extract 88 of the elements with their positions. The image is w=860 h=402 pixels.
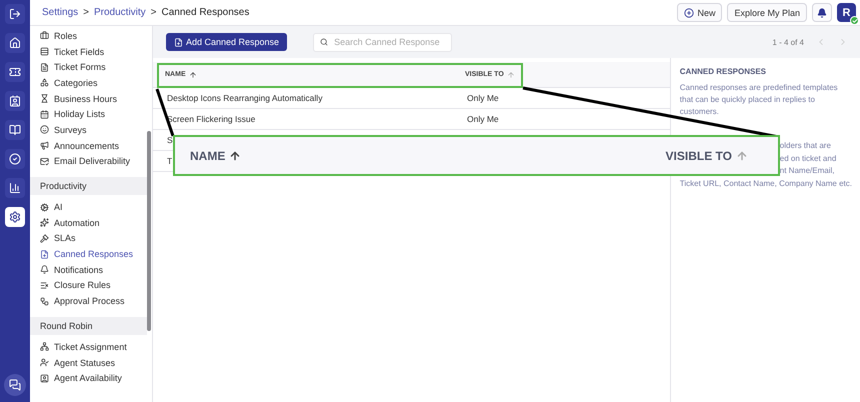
shapes-icon bbox=[40, 78, 49, 88]
chat-icon bbox=[9, 379, 21, 391]
smiley-icon bbox=[40, 125, 49, 134]
chart-icon bbox=[9, 182, 21, 194]
rail-button[interactable] bbox=[5, 33, 25, 53]
sidebar-item[interactable]: Email Deliverability bbox=[30, 154, 147, 170]
chat-button[interactable] bbox=[4, 374, 26, 396]
user-check-icon bbox=[40, 358, 49, 368]
breadcrumb-link[interactable]: Productivity bbox=[94, 7, 146, 18]
table-cell: Only Me bbox=[467, 114, 499, 124]
sidebar-item[interactable]: Agent Statuses bbox=[30, 354, 147, 370]
sparkle-icon bbox=[40, 218, 49, 228]
home-icon bbox=[9, 37, 21, 49]
check-circle-icon bbox=[9, 153, 21, 165]
workflow-icon bbox=[40, 296, 49, 306]
scrollbar[interactable] bbox=[147, 131, 151, 331]
rail-button[interactable] bbox=[5, 62, 25, 82]
mail-icon bbox=[40, 156, 49, 166]
document-plus-icon bbox=[40, 250, 49, 259]
add-canned-response-button[interactable]: Add Canned Response bbox=[166, 33, 288, 51]
sidebar-item[interactable]: Ticket Forms bbox=[30, 59, 147, 76]
briefcase-icon bbox=[40, 31, 49, 40]
table-cell-text: T bbox=[167, 156, 174, 166]
table-cell-text: Desktop Icons Rearranging Automatically bbox=[167, 93, 324, 103]
sidebar-item[interactable]: Ticket Assignment bbox=[30, 339, 147, 355]
bell-icon bbox=[40, 265, 49, 274]
breadcrumb-separator: > bbox=[150, 7, 157, 18]
book-icon bbox=[9, 124, 21, 136]
sidebar-section-title: Productivity bbox=[30, 177, 147, 196]
network-icon bbox=[40, 342, 49, 352]
breadcrumb-link[interactable]: Settings bbox=[42, 7, 78, 18]
plus-circle-icon bbox=[684, 8, 694, 18]
table-cell-text: S bbox=[167, 135, 174, 145]
rail-button[interactable] bbox=[5, 178, 25, 198]
column-header: VISIBLE TO bbox=[666, 148, 748, 162]
avatar[interactable]: R bbox=[837, 3, 856, 22]
search-icon bbox=[320, 38, 328, 46]
rail-button[interactable] bbox=[5, 149, 25, 169]
sidebar-item[interactable]: Automation bbox=[30, 214, 147, 231]
rail-button[interactable] bbox=[5, 120, 25, 140]
list-x-icon bbox=[40, 280, 49, 290]
help-title: CANNED RESPONSES bbox=[680, 67, 768, 76]
sidebar-item[interactable]: Categories bbox=[30, 75, 147, 91]
help-text: nt Name/Email, bbox=[780, 165, 834, 177]
contact-card-icon bbox=[9, 95, 21, 107]
explore-plan-button[interactable]: Explore My Plan bbox=[727, 3, 807, 22]
sidebar-item[interactable]: Agent Availability bbox=[30, 370, 147, 386]
exit-icon bbox=[9, 8, 21, 20]
sidebar-item[interactable]: Canned Responses bbox=[30, 246, 147, 262]
breadcrumb-separator: > bbox=[83, 7, 89, 18]
calendar-icon bbox=[40, 110, 49, 119]
gavel-icon bbox=[40, 234, 49, 243]
rail-button[interactable] bbox=[5, 207, 25, 227]
help-text: Canned responses are predefined templates that can be quickly placed in replies to customers. bbox=[680, 82, 839, 118]
help-text: olders that are bbox=[780, 140, 831, 152]
document-plus-icon bbox=[174, 38, 183, 46]
form-icon bbox=[40, 62, 49, 72]
help-text: Ticket URL, Contact Name, Company Name etc. bbox=[680, 178, 852, 190]
sidebar-item[interactable]: Closure Rules bbox=[30, 278, 147, 294]
new-button[interactable]: New bbox=[677, 3, 722, 22]
settings-icon bbox=[9, 211, 21, 223]
search-field[interactable]: Search Canned Response bbox=[313, 32, 452, 52]
rail-button[interactable] bbox=[5, 91, 25, 111]
sidebar-item[interactable]: Notifications bbox=[30, 262, 147, 278]
ticket-icon bbox=[9, 66, 21, 78]
pagination-count: 1 - 4 of 4 bbox=[772, 38, 804, 46]
help-text: ed on ticket and bbox=[780, 152, 836, 164]
sidebar-item[interactable]: Surveys bbox=[30, 122, 147, 138]
sidebar-item[interactable]: Announcements bbox=[30, 138, 147, 154]
sidebar-item[interactable]: Approval Process bbox=[30, 293, 147, 309]
column-header: NAME bbox=[190, 148, 242, 162]
user-square-icon bbox=[40, 374, 49, 383]
sidebar-item[interactable]: SLAs bbox=[30, 230, 147, 246]
cog-icon bbox=[40, 202, 49, 212]
sidebar-item[interactable]: Ticket Fields bbox=[30, 44, 147, 60]
sidebar-item[interactable]: AI bbox=[30, 199, 147, 215]
notification-button[interactable] bbox=[812, 3, 832, 22]
hourglass-icon bbox=[40, 94, 49, 104]
sidebar-item[interactable]: Business Hours bbox=[30, 90, 147, 106]
bell-icon bbox=[817, 8, 827, 18]
sidebar-item[interactable]: Roles bbox=[30, 28, 147, 44]
sidebar-section-title: Round Robin bbox=[30, 317, 147, 335]
rail-button[interactable] bbox=[5, 4, 25, 24]
rows-icon bbox=[40, 47, 49, 56]
page-title: Canned Responses bbox=[162, 7, 250, 18]
table-cell: Only Me bbox=[467, 93, 499, 103]
megaphone-icon bbox=[40, 141, 49, 150]
sidebar-item[interactable]: Holiday Lists bbox=[30, 106, 147, 122]
